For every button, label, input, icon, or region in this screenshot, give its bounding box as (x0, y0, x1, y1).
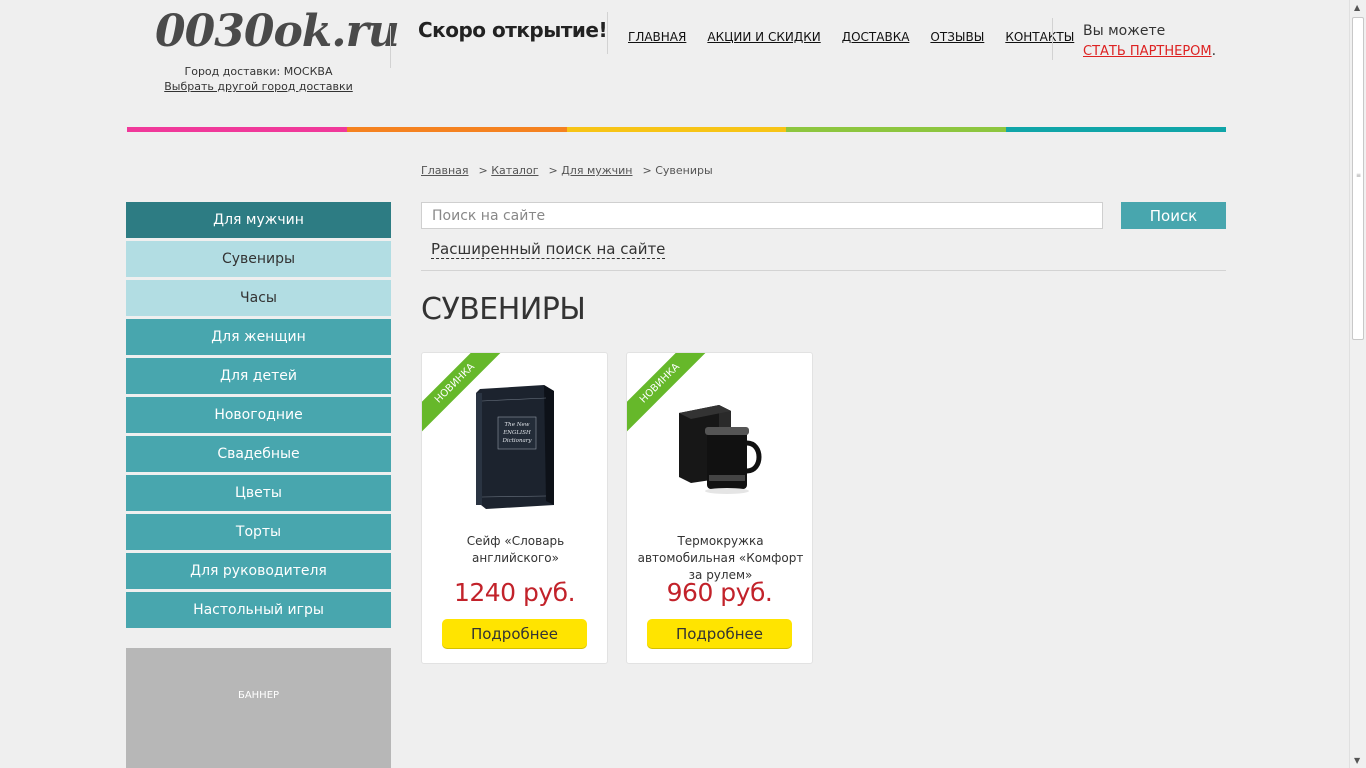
scroll-down-arrow-icon[interactable]: ▼ (1354, 756, 1360, 765)
change-city-link[interactable]: Выбрать другой город доставки (126, 79, 391, 94)
crumb-home[interactable]: Главная (421, 164, 469, 177)
sidebar-item-cakes[interactable]: Торты (126, 514, 391, 550)
product-price: 1240 руб. (453, 578, 576, 607)
delivery-city: Город доставки: МОСКВА Выбрать другой го… (126, 64, 391, 94)
opening-announcement: Скоро открытие! (418, 18, 608, 42)
city-label: Город доставки: МОСКВА (184, 65, 333, 78)
sidebar-item-souvenirs[interactable]: Сувениры (126, 241, 391, 277)
sidebar-item-board-games[interactable]: Настольный игры (126, 592, 391, 628)
banner-placeholder[interactable]: БАННЕР (126, 648, 391, 768)
partner-text: Вы можете (1083, 23, 1166, 39)
sidebar-item-men[interactable]: Для мужчин (126, 202, 391, 238)
category-sidebar: Для мужчин Сувениры Часы Для женщин Для … (126, 202, 391, 631)
divider (421, 270, 1226, 271)
search-input[interactable] (421, 202, 1103, 229)
header-divider (607, 12, 608, 54)
stripe-yellow (566, 127, 787, 132)
sidebar-item-flowers[interactable]: Цветы (126, 475, 391, 511)
sidebar-item-wedding[interactable]: Свадебные (126, 436, 391, 472)
stripe-pink (127, 127, 347, 132)
thermo-mug-image[interactable] (667, 379, 777, 511)
partner-block: Вы можете СТАТЬ ПАРТНЕРОМ. (1083, 21, 1216, 62)
product-price: 960 руб. (666, 578, 773, 607)
partner-period: . (1211, 43, 1217, 59)
crumb-men[interactable]: Для мужчин (561, 164, 632, 177)
stripe-teal (1006, 127, 1226, 132)
advanced-search-link[interactable]: Расширенный поиск на сайте (431, 240, 666, 259)
sidebar-item-executive[interactable]: Для руководителя (126, 553, 391, 589)
stripe-orange (346, 127, 567, 132)
book-cover-title: The New ENGLISH Dictionary (501, 422, 532, 444)
stripe-green (786, 127, 1007, 132)
crumb-current: Сувениры (655, 164, 713, 177)
nav-home[interactable]: ГЛАВНАЯ (628, 30, 686, 44)
site-logo[interactable]: 0030ok.ru (155, 6, 400, 57)
product-name[interactable]: Термокружка автомобильная «Комфорт за ру… (637, 533, 804, 584)
product-name[interactable]: Сейф «Словарь английского» (432, 533, 599, 567)
sidebar-item-newyear[interactable]: Новогодние (126, 397, 391, 433)
grip-icon: ≡ (1356, 172, 1362, 179)
page-title: СУВЕНИРЫ (421, 292, 586, 327)
nav-contacts[interactable]: КОНТАКТЫ (1005, 30, 1074, 44)
nav-reviews[interactable]: ОТЗЫВЫ (930, 30, 984, 44)
page-scrollbar[interactable]: ▲ ≡ ▼ (1349, 0, 1366, 768)
details-button[interactable]: Подробнее (647, 619, 792, 648)
product-card: The New ENGLISH Dictionary НОВИНКА Сейф «С… (421, 352, 608, 664)
book-safe-image[interactable]: The New ENGLISH Dictionary (462, 379, 572, 511)
nav-promotions[interactable]: АКЦИИ И СКИДКИ (707, 30, 820, 44)
scroll-thumb[interactable]: ≡ (1352, 17, 1364, 340)
crumb-catalog[interactable]: Каталог (491, 164, 538, 177)
breadcrumb: Главная > Каталог > Для мужчин > Сувенир… (421, 164, 713, 177)
main-nav: ГЛАВНАЯ АКЦИИ И СКИДКИ ДОСТАВКА ОТЗЫВЫ К… (628, 30, 1095, 44)
color-stripe-bar (127, 127, 1226, 132)
search-button[interactable]: Поиск (1121, 202, 1226, 229)
header-divider (390, 26, 391, 68)
header-divider (1052, 18, 1053, 60)
nav-delivery[interactable]: ДОСТАВКА (842, 30, 910, 44)
details-button[interactable]: Подробнее (442, 619, 587, 648)
product-card: НОВИНКА Термокружка автомобильная «Комфо… (626, 352, 813, 664)
partner-link[interactable]: СТАТЬ ПАРТНЕРОМ (1083, 44, 1212, 59)
sidebar-item-women[interactable]: Для женщин (126, 319, 391, 355)
scroll-up-arrow-icon[interactable]: ▲ (1354, 3, 1360, 12)
sidebar-item-kids[interactable]: Для детей (126, 358, 391, 394)
sidebar-item-watches[interactable]: Часы (126, 280, 391, 316)
